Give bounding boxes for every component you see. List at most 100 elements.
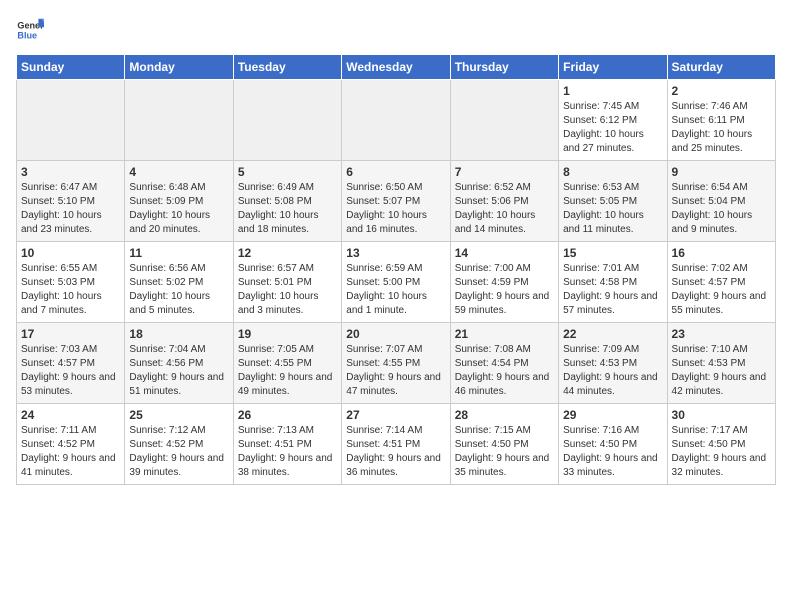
logo-icon: General Blue	[16, 16, 44, 44]
logo: General Blue	[16, 16, 44, 44]
day-info: Sunrise: 7:13 AMSunset: 4:51 PMDaylight:…	[238, 424, 337, 480]
header-sunday: Sunday	[17, 55, 125, 80]
day-info: Sunrise: 7:09 AMSunset: 4:53 PMDaylight:…	[563, 343, 662, 399]
calendar-cell: 24Sunrise: 7:11 AMSunset: 4:52 PMDayligh…	[17, 404, 125, 485]
day-number: 25	[129, 408, 228, 422]
day-number: 4	[129, 165, 228, 179]
day-number: 30	[672, 408, 771, 422]
calendar-cell: 3 Sunrise: 6:47 AMSunset: 5:10 PMDaylight…	[17, 161, 125, 242]
calendar-cell: 2Sunrise: 7:46 AMSunset: 6:11 PMDaylight…	[667, 80, 775, 161]
calendar-cell	[125, 80, 233, 161]
calendar-cell: 18 Sunrise: 7:04 AMSunset: 4:56 PMDayligh…	[125, 323, 233, 404]
header-thursday: Thursday	[450, 55, 558, 80]
day-info: Sunrise: 7:03 AMSunset: 4:57 PMDaylight:…	[21, 343, 120, 399]
day-number: 19	[238, 327, 337, 341]
day-number: 18	[129, 327, 228, 341]
page-header: General Blue	[16, 16, 776, 44]
week-row-4: 17 Sunrise: 7:03 AMSunset: 4:57 PMDayligh…	[17, 323, 776, 404]
day-info: Sunrise: 7:02 AMSunset: 4:57 PMDaylight:…	[672, 262, 771, 318]
day-info: Sunrise: 7:12 AMSunset: 4:52 PMDaylight:…	[129, 424, 228, 480]
day-info: Sunrise: 7:10 AMSunset: 4:53 PMDaylight:…	[672, 343, 771, 399]
day-number: 17	[21, 327, 120, 341]
calendar-cell: 13 Sunrise: 6:59 AMSunset: 5:00 PMDayligh…	[342, 242, 450, 323]
day-info: Sunrise: 6:57 AMSunset: 5:01 PMDaylight:…	[238, 262, 337, 318]
calendar-cell: 29Sunrise: 7:16 AMSunset: 4:50 PMDayligh…	[559, 404, 667, 485]
day-number: 20	[346, 327, 445, 341]
calendar-cell: 10 Sunrise: 6:55 AMSunset: 5:03 PMDayligh…	[17, 242, 125, 323]
day-number: 16	[672, 246, 771, 260]
calendar-cell: 27 Sunrise: 7:14 AMSunset: 4:51 PMDayligh…	[342, 404, 450, 485]
day-info: Sunrise: 7:14 AMSunset: 4:51 PMDaylight:…	[346, 424, 445, 480]
calendar-cell: 14 Sunrise: 7:00 AMSunset: 4:59 PMDayligh…	[450, 242, 558, 323]
day-info: Sunrise: 6:59 AMSunset: 5:00 PMDaylight:…	[346, 262, 445, 318]
day-number: 27	[346, 408, 445, 422]
header-wednesday: Wednesday	[342, 55, 450, 80]
calendar-cell: 23 Sunrise: 7:10 AMSunset: 4:53 PMDayligh…	[667, 323, 775, 404]
day-info: Sunrise: 6:48 AMSunset: 5:09 PMDaylight:…	[129, 181, 228, 237]
day-info: Sunrise: 7:15 AMSunset: 4:50 PMDaylight:…	[455, 424, 554, 480]
calendar-cell: 30 Sunrise: 7:17 AMSunset: 4:50 PMDayligh…	[667, 404, 775, 485]
day-info: Sunrise: 6:47 AMSunset: 5:10 PMDaylight:…	[21, 181, 120, 237]
day-number: 21	[455, 327, 554, 341]
day-number: 14	[455, 246, 554, 260]
day-info: Sunrise: 7:11 AMSunset: 4:52 PMDaylight:…	[21, 424, 120, 480]
calendar-cell: 22Sunrise: 7:09 AMSunset: 4:53 PMDayligh…	[559, 323, 667, 404]
day-number: 8	[563, 165, 662, 179]
day-info: Sunrise: 6:54 AMSunset: 5:04 PMDaylight:…	[672, 181, 771, 237]
calendar-cell: 15Sunrise: 7:01 AMSunset: 4:58 PMDayligh…	[559, 242, 667, 323]
svg-text:Blue: Blue	[17, 30, 37, 40]
calendar-cell: 16 Sunrise: 7:02 AMSunset: 4:57 PMDayligh…	[667, 242, 775, 323]
day-info: Sunrise: 6:55 AMSunset: 5:03 PMDaylight:…	[21, 262, 120, 318]
calendar-cell	[17, 80, 125, 161]
calendar-cell: 21 Sunrise: 7:08 AMSunset: 4:54 PMDayligh…	[450, 323, 558, 404]
calendar-cell: 8 Sunrise: 6:53 AMSunset: 5:05 PMDaylight…	[559, 161, 667, 242]
calendar-cell: 12 Sunrise: 6:57 AMSunset: 5:01 PMDayligh…	[233, 242, 341, 323]
day-info: Sunrise: 6:52 AMSunset: 5:06 PMDaylight:…	[455, 181, 554, 237]
day-number: 29	[563, 408, 662, 422]
day-number: 13	[346, 246, 445, 260]
week-row-2: 3 Sunrise: 6:47 AMSunset: 5:10 PMDaylight…	[17, 161, 776, 242]
calendar-cell: 6 Sunrise: 6:50 AMSunset: 5:07 PMDaylight…	[342, 161, 450, 242]
calendar-cell: 9Sunrise: 6:54 AMSunset: 5:04 PMDaylight…	[667, 161, 775, 242]
calendar-cell: 19 Sunrise: 7:05 AMSunset: 4:55 PMDayligh…	[233, 323, 341, 404]
day-info: Sunrise: 6:56 AMSunset: 5:02 PMDaylight:…	[129, 262, 228, 318]
week-row-5: 24Sunrise: 7:11 AMSunset: 4:52 PMDayligh…	[17, 404, 776, 485]
day-number: 11	[129, 246, 228, 260]
calendar-table: SundayMondayTuesdayWednesdayThursdayFrid…	[16, 54, 776, 485]
day-number: 10	[21, 246, 120, 260]
day-number: 6	[346, 165, 445, 179]
day-number: 3	[21, 165, 120, 179]
calendar-cell	[450, 80, 558, 161]
day-info: Sunrise: 7:04 AMSunset: 4:56 PMDaylight:…	[129, 343, 228, 399]
day-info: Sunrise: 6:50 AMSunset: 5:07 PMDaylight:…	[346, 181, 445, 237]
day-number: 7	[455, 165, 554, 179]
calendar-cell	[342, 80, 450, 161]
day-info: Sunrise: 7:07 AMSunset: 4:55 PMDaylight:…	[346, 343, 445, 399]
day-number: 12	[238, 246, 337, 260]
day-number: 23	[672, 327, 771, 341]
header-saturday: Saturday	[667, 55, 775, 80]
day-info: Sunrise: 6:49 AMSunset: 5:08 PMDaylight:…	[238, 181, 337, 237]
day-info: Sunrise: 7:01 AMSunset: 4:58 PMDaylight:…	[563, 262, 662, 318]
calendar-cell: 28 Sunrise: 7:15 AMSunset: 4:50 PMDayligh…	[450, 404, 558, 485]
day-info: Sunrise: 7:05 AMSunset: 4:55 PMDaylight:…	[238, 343, 337, 399]
day-number: 26	[238, 408, 337, 422]
calendar-cell: 4 Sunrise: 6:48 AMSunset: 5:09 PMDaylight…	[125, 161, 233, 242]
day-info: Sunrise: 7:08 AMSunset: 4:54 PMDaylight:…	[455, 343, 554, 399]
day-number: 2	[672, 84, 771, 98]
header-friday: Friday	[559, 55, 667, 80]
week-row-3: 10 Sunrise: 6:55 AMSunset: 5:03 PMDayligh…	[17, 242, 776, 323]
day-number: 28	[455, 408, 554, 422]
calendar-cell: 1Sunrise: 7:45 AMSunset: 6:12 PMDaylight…	[559, 80, 667, 161]
day-info: Sunrise: 6:53 AMSunset: 5:05 PMDaylight:…	[563, 181, 662, 237]
day-info: Sunrise: 7:00 AMSunset: 4:59 PMDaylight:…	[455, 262, 554, 318]
day-number: 1	[563, 84, 662, 98]
calendar-cell: 7 Sunrise: 6:52 AMSunset: 5:06 PMDaylight…	[450, 161, 558, 242]
calendar-cell: 26 Sunrise: 7:13 AMSunset: 4:51 PMDayligh…	[233, 404, 341, 485]
calendar-cell: 11 Sunrise: 6:56 AMSunset: 5:02 PMDayligh…	[125, 242, 233, 323]
header-monday: Monday	[125, 55, 233, 80]
day-info: Sunrise: 7:17 AMSunset: 4:50 PMDaylight:…	[672, 424, 771, 480]
day-number: 5	[238, 165, 337, 179]
week-row-1: 1Sunrise: 7:45 AMSunset: 6:12 PMDaylight…	[17, 80, 776, 161]
header-tuesday: Tuesday	[233, 55, 341, 80]
